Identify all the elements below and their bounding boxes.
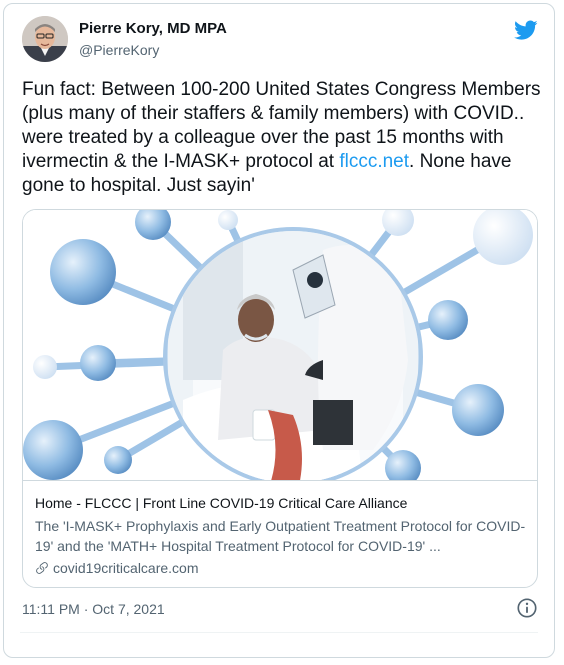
card-title[interactable]: Home - FLCCC | Front Line COVID-19 Criti… [35, 495, 407, 511]
twitter-bird-icon[interactable] [514, 18, 538, 42]
card-domain-row[interactable]: covid19criticalcare.com [35, 560, 199, 576]
avatar[interactable] [22, 16, 68, 62]
link-preview-card[interactable]: Home - FLCCC | Front Line COVID-19 Criti… [22, 209, 538, 588]
divider [20, 632, 538, 633]
author-name[interactable]: Pierre Kory, MD MPA [79, 20, 227, 37]
tweet-timestamp[interactable]: 11:11 PM · Oct 7, 2021 [22, 601, 165, 617]
card-divider [23, 480, 537, 481]
tweet-card[interactable]: Pierre Kory, MD MPA @PierreKory Fun fact… [3, 3, 555, 658]
card-image[interactable] [23, 210, 537, 480]
card-description: The 'I-MASK+ Prophylaxis and Early Outpa… [35, 518, 526, 554]
profile-photo [22, 16, 68, 62]
tweet-text: Fun fact: Between 100-200 United States … [22, 78, 547, 198]
author-handle[interactable]: @PierreKory [79, 42, 159, 58]
link-icon [36, 562, 48, 574]
tweet-link[interactable]: flccc.net [339, 151, 409, 172]
virus-illustration [23, 210, 537, 480]
info-icon[interactable] [516, 597, 538, 619]
card-domain[interactable]: covid19criticalcare.com [53, 560, 199, 576]
